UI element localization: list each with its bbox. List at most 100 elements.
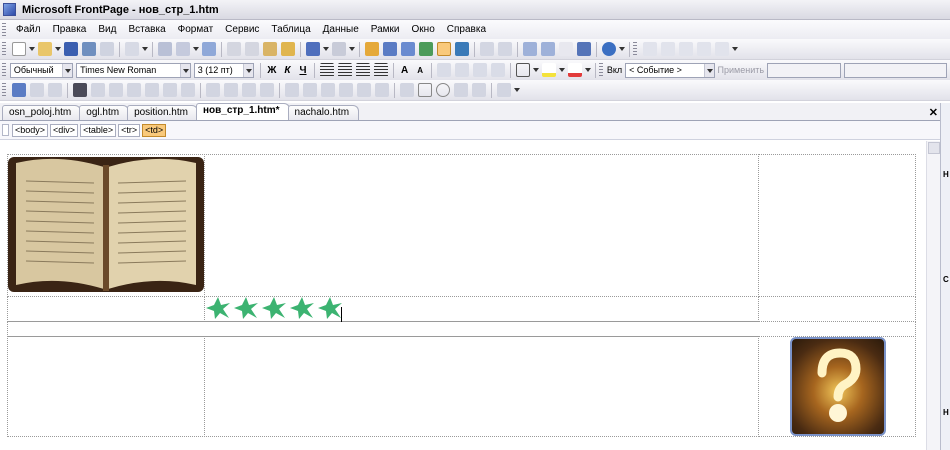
color-icon[interactable]: [339, 83, 353, 97]
chevron-down-icon[interactable]: [732, 46, 738, 52]
menu-data[interactable]: Данные: [317, 24, 365, 35]
navigation-pane-icon[interactable]: [541, 42, 555, 56]
style-select[interactable]: Обычный: [9, 62, 74, 78]
green-star-icon[interactable]: [288, 296, 316, 320]
align-left-icon[interactable]: [319, 63, 334, 77]
behavior-value-field[interactable]: [767, 62, 841, 78]
bring-forward-icon[interactable]: [91, 83, 105, 97]
open-book-image[interactable]: [8, 153, 204, 296]
help-icon[interactable]: [602, 42, 616, 56]
tag-div[interactable]: <div>: [50, 123, 79, 137]
drawing-icon[interactable]: [437, 42, 451, 56]
bulleted-list-icon[interactable]: [454, 63, 469, 77]
menu-format[interactable]: Формат: [172, 24, 220, 35]
position-absolute-icon[interactable]: [73, 83, 87, 97]
menu-edit[interactable]: Правка: [47, 24, 93, 35]
rectangle-icon[interactable]: [418, 83, 432, 97]
font-size-select[interactable]: 3 (12 пт): [193, 62, 255, 78]
green-star-icon[interactable]: [204, 296, 232, 320]
increase-font-button[interactable]: A: [398, 65, 412, 76]
table-cell[interactable]: [204, 336, 759, 437]
tag-body[interactable]: <body>: [12, 123, 49, 137]
table-draw-icon[interactable]: [643, 42, 657, 56]
tag-tr[interactable]: <tr>: [118, 123, 141, 137]
flip-horizontal-icon[interactable]: [163, 83, 177, 97]
more-contrast-icon[interactable]: [206, 83, 220, 97]
save-icon[interactable]: [64, 42, 78, 56]
toolbar-grip-icon[interactable]: [2, 83, 6, 97]
toolbar-grip-icon[interactable]: [598, 63, 603, 77]
highlight-icon[interactable]: [541, 63, 556, 77]
polygon-icon[interactable]: [454, 83, 468, 97]
font-select[interactable]: Times New Roman: [76, 62, 191, 78]
insert-picture-icon[interactable]: [12, 83, 26, 97]
show-all-icon[interactable]: [559, 42, 573, 56]
chevron-down-icon[interactable]: [323, 46, 329, 52]
preview-icon[interactable]: [176, 42, 190, 56]
tab-nachalo[interactable]: nachalo.htm: [287, 105, 360, 120]
chevron-down-icon[interactable]: [558, 67, 565, 73]
web-component-icon[interactable]: [365, 42, 379, 56]
highlight-hotspots-icon[interactable]: [472, 83, 486, 97]
table-split-icon[interactable]: [661, 42, 675, 56]
select-icon[interactable]: [400, 83, 414, 97]
toolbar-grip-icon[interactable]: [633, 42, 637, 56]
bold-button[interactable]: Ж: [265, 65, 279, 76]
chevron-down-icon[interactable]: [703, 63, 714, 77]
toggle-pane-icon[interactable]: [125, 42, 139, 56]
tab-osn-poloj[interactable]: osn_poloj.htm: [2, 105, 82, 120]
chevron-down-icon[interactable]: [532, 67, 539, 73]
chevron-down-icon[interactable]: [514, 87, 520, 93]
menu-file[interactable]: Файл: [10, 24, 47, 35]
line-style-icon[interactable]: [303, 83, 317, 97]
underline-button[interactable]: Ч: [296, 65, 310, 76]
stop-icon[interactable]: [498, 42, 512, 56]
text-icon[interactable]: [30, 83, 44, 97]
spelling-icon[interactable]: [202, 42, 216, 56]
toolbar-grip-icon[interactable]: [2, 63, 6, 77]
search-icon[interactable]: [82, 42, 96, 56]
insert-table-icon[interactable]: [383, 42, 397, 56]
anchor-icon[interactable]: [577, 42, 591, 56]
increase-indent-icon[interactable]: [490, 63, 505, 77]
table-cell[interactable]: [758, 154, 916, 297]
chevron-down-icon[interactable]: [62, 63, 73, 77]
crop-icon[interactable]: [285, 83, 299, 97]
italic-button[interactable]: К: [281, 65, 295, 76]
open-folder-icon[interactable]: [38, 42, 52, 56]
table-fill-icon[interactable]: [715, 42, 729, 56]
decrease-indent-icon[interactable]: [472, 63, 487, 77]
menu-help[interactable]: Справка: [441, 24, 492, 35]
table-align-icon[interactable]: [697, 42, 711, 56]
numbered-list-icon[interactable]: [436, 63, 451, 77]
vertical-scrollbar[interactable]: [926, 141, 940, 450]
undo-icon[interactable]: [306, 42, 320, 56]
scroll-up-icon[interactable]: [928, 142, 940, 154]
refresh-icon[interactable]: [480, 42, 494, 56]
justify-icon[interactable]: [373, 63, 388, 77]
insert-picture-icon[interactable]: [419, 42, 433, 56]
menu-tools[interactable]: Сервис: [219, 24, 265, 35]
chevron-down-icon[interactable]: [142, 46, 148, 52]
event-select[interactable]: < Событие >: [625, 62, 715, 78]
set-transparent-icon[interactable]: [321, 83, 335, 97]
rotate-right-icon[interactable]: [145, 83, 159, 97]
menu-window[interactable]: Окно: [406, 24, 441, 35]
format-painter-icon[interactable]: [281, 42, 295, 56]
less-brightness-icon[interactable]: [260, 83, 274, 97]
green-star-icon[interactable]: [232, 296, 260, 320]
align-center-icon[interactable]: [337, 63, 352, 77]
print-icon[interactable]: [158, 42, 172, 56]
align-right-icon[interactable]: [355, 63, 370, 77]
cut-icon[interactable]: [227, 42, 241, 56]
copy-icon[interactable]: [245, 42, 259, 56]
chevron-down-icon[interactable]: [55, 46, 61, 52]
chevron-down-icon[interactable]: [179, 63, 190, 77]
close-icon[interactable]: ✕: [929, 106, 938, 119]
table-cell[interactable]: [7, 321, 916, 337]
behavior-extra-field[interactable]: [843, 62, 947, 78]
chevron-down-icon[interactable]: [193, 46, 199, 52]
chevron-down-icon[interactable]: [619, 46, 625, 52]
insert-layer-icon[interactable]: [401, 42, 415, 56]
less-contrast-icon[interactable]: [224, 83, 238, 97]
